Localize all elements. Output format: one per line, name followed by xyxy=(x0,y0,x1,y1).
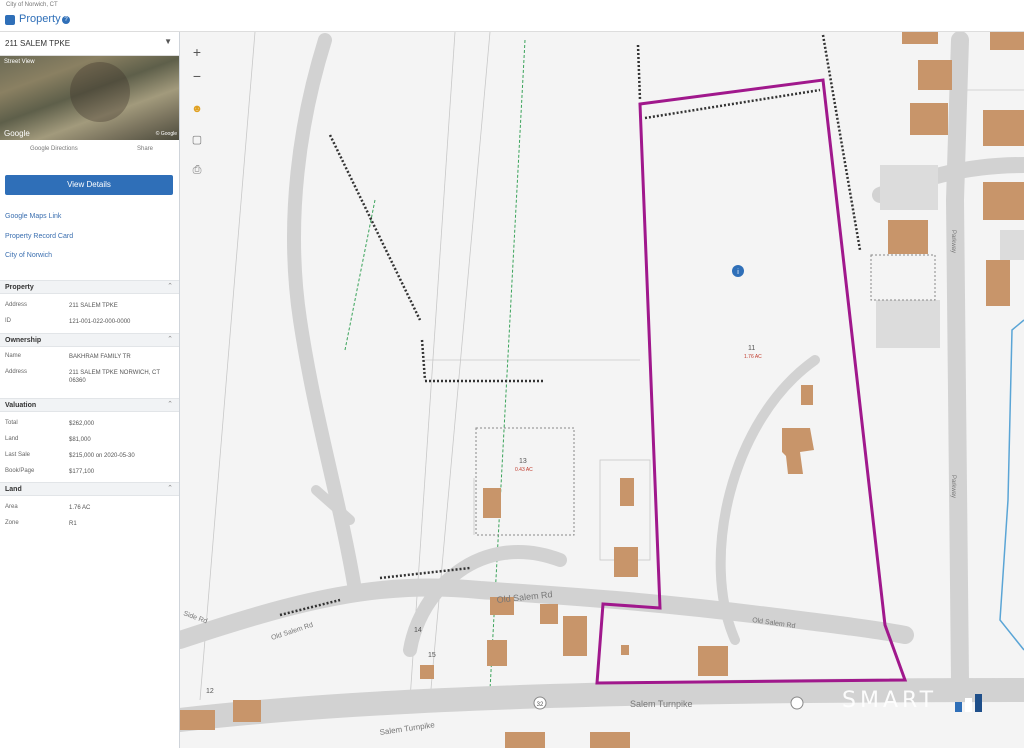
selected-parcel[interactable] xyxy=(595,78,908,685)
panel-title: Property xyxy=(19,13,61,25)
property-sidebar: 211 SALEM TPKE ▼ Street View Google © Go… xyxy=(0,32,180,748)
help-icon[interactable]: ? xyxy=(62,16,70,24)
parcel-number: 14 xyxy=(414,627,422,634)
row-label: Area xyxy=(5,504,18,510)
row-label: Last Sale xyxy=(5,452,31,458)
row-label: Address xyxy=(5,369,28,375)
chevron-down-icon: ▼ xyxy=(164,37,172,46)
map-canvas[interactable]: i 32 Salem Turnpike Old Salem Rd Old Sal… xyxy=(180,32,1024,748)
section-title: Valuation xyxy=(5,402,37,409)
section-ownership[interactable]: Ownership ⌃ xyxy=(0,333,179,347)
tree-image xyxy=(70,62,130,122)
zoom-out-button[interactable]: − xyxy=(186,64,208,88)
section-title: Ownership xyxy=(5,337,42,344)
row-label: Address xyxy=(5,302,28,308)
measure-icon[interactable]: ▢ xyxy=(188,131,206,149)
print-icon[interactable]: ⎙ xyxy=(188,161,206,179)
row-value: BAKHRAM FAMILY TR xyxy=(69,354,131,360)
parcel-number: 13 xyxy=(519,458,527,465)
road-label-salem-turnpike-left: Salem Turnpike xyxy=(379,720,436,737)
zoom-controls: + − xyxy=(186,40,208,88)
section-title: Property xyxy=(5,284,34,291)
row-label: ID xyxy=(5,318,11,324)
section-title: Land xyxy=(5,486,22,493)
wall-lines xyxy=(279,34,862,617)
row-value: R1 xyxy=(69,521,77,527)
street-view-thumbnail[interactable]: Street View Google © Google xyxy=(0,56,179,140)
chevron-up-icon: ⌃ xyxy=(167,336,173,343)
stream-line xyxy=(999,319,1024,651)
parcel-area: 0.43 AC xyxy=(515,467,533,473)
pegman-icon[interactable]: ☻ xyxy=(188,100,206,118)
google-maps-link[interactable]: Google Maps Link xyxy=(5,213,61,220)
row-label: Name xyxy=(5,353,22,359)
street-view-label: Street View xyxy=(4,59,35,65)
address-select-value: 211 SALEM TPKE xyxy=(5,39,71,48)
row-label: Zone xyxy=(5,520,19,526)
road-label-salem-turnpike: Salem Turnpike xyxy=(630,699,693,709)
city-name: City of Norwich, CT xyxy=(6,2,58,8)
row-label: Land xyxy=(5,436,19,442)
row-value: 211 SALEM TPKE xyxy=(69,303,118,309)
view-details-button[interactable]: View Details xyxy=(5,175,173,195)
row-label: Book/Page xyxy=(5,468,35,474)
row-value: 1.76 AC xyxy=(69,505,91,511)
road-label-parkway-2: Parkway xyxy=(950,475,956,498)
row-value: 211 SALEM TPKE NORWICH, CT 06360 xyxy=(69,370,160,384)
section-land[interactable]: Land ⌃ xyxy=(0,482,179,496)
chevron-up-icon: ⌃ xyxy=(167,283,173,290)
parcel-number: 15 xyxy=(428,652,436,659)
parcel-map[interactable]: i 32 Salem Turnpike Old Salem Rd Old Sal… xyxy=(180,32,1024,748)
property-record-card-link[interactable]: Property Record Card xyxy=(5,233,73,240)
section-property[interactable]: Property ⌃ xyxy=(0,280,179,294)
chevron-up-icon: ⌃ xyxy=(167,485,173,492)
zoom-in-button[interactable]: + xyxy=(186,40,208,64)
row-value: $177,100 xyxy=(69,469,95,475)
smart-logo: SMART xyxy=(842,688,938,713)
parcel-area: 1.76 AC xyxy=(744,354,762,360)
app-header: City of Norwich, CT Property ? xyxy=(0,0,1024,32)
row-value: 121-001-022-000-0000 xyxy=(69,319,131,325)
row-label: Total xyxy=(5,420,18,426)
row-value: $262,000 xyxy=(69,421,95,427)
address-select[interactable]: 211 SALEM TPKE ▼ xyxy=(0,32,179,56)
road-label-old-salem-rd-left: Old Salem Rd xyxy=(270,622,314,642)
road-label-parkway: Parkway xyxy=(950,230,956,253)
parcel-number: 11 xyxy=(748,345,755,352)
adjacent-parcel xyxy=(475,427,575,536)
adjacent-parcel xyxy=(870,254,936,301)
parcel-labels: 11 1.76 AC 13 0.43 AC 14 12 15 xyxy=(206,345,762,695)
route-shield-label: 32 xyxy=(537,702,544,708)
route-shield xyxy=(790,696,804,710)
row-value: $215,000 on 2020-05-30 xyxy=(69,453,135,459)
property-icon xyxy=(5,15,15,25)
chevron-up-icon: ⌃ xyxy=(167,401,173,408)
city-link[interactable]: City of Norwich xyxy=(5,252,52,259)
street-view-copyright: © Google xyxy=(155,131,177,137)
parcel-number: 12 xyxy=(206,688,214,695)
section-valuation[interactable]: Valuation ⌃ xyxy=(0,398,179,412)
share-link[interactable]: Share xyxy=(137,146,153,152)
road-label-side-rd: Side Rd xyxy=(182,610,208,625)
google-logo: Google xyxy=(4,129,30,138)
smart-logo-bars xyxy=(955,692,995,712)
street-view-links: Google Directions Share xyxy=(0,142,179,156)
google-directions-link[interactable]: Google Directions xyxy=(30,146,78,152)
row-value: $81,000 xyxy=(69,437,91,443)
